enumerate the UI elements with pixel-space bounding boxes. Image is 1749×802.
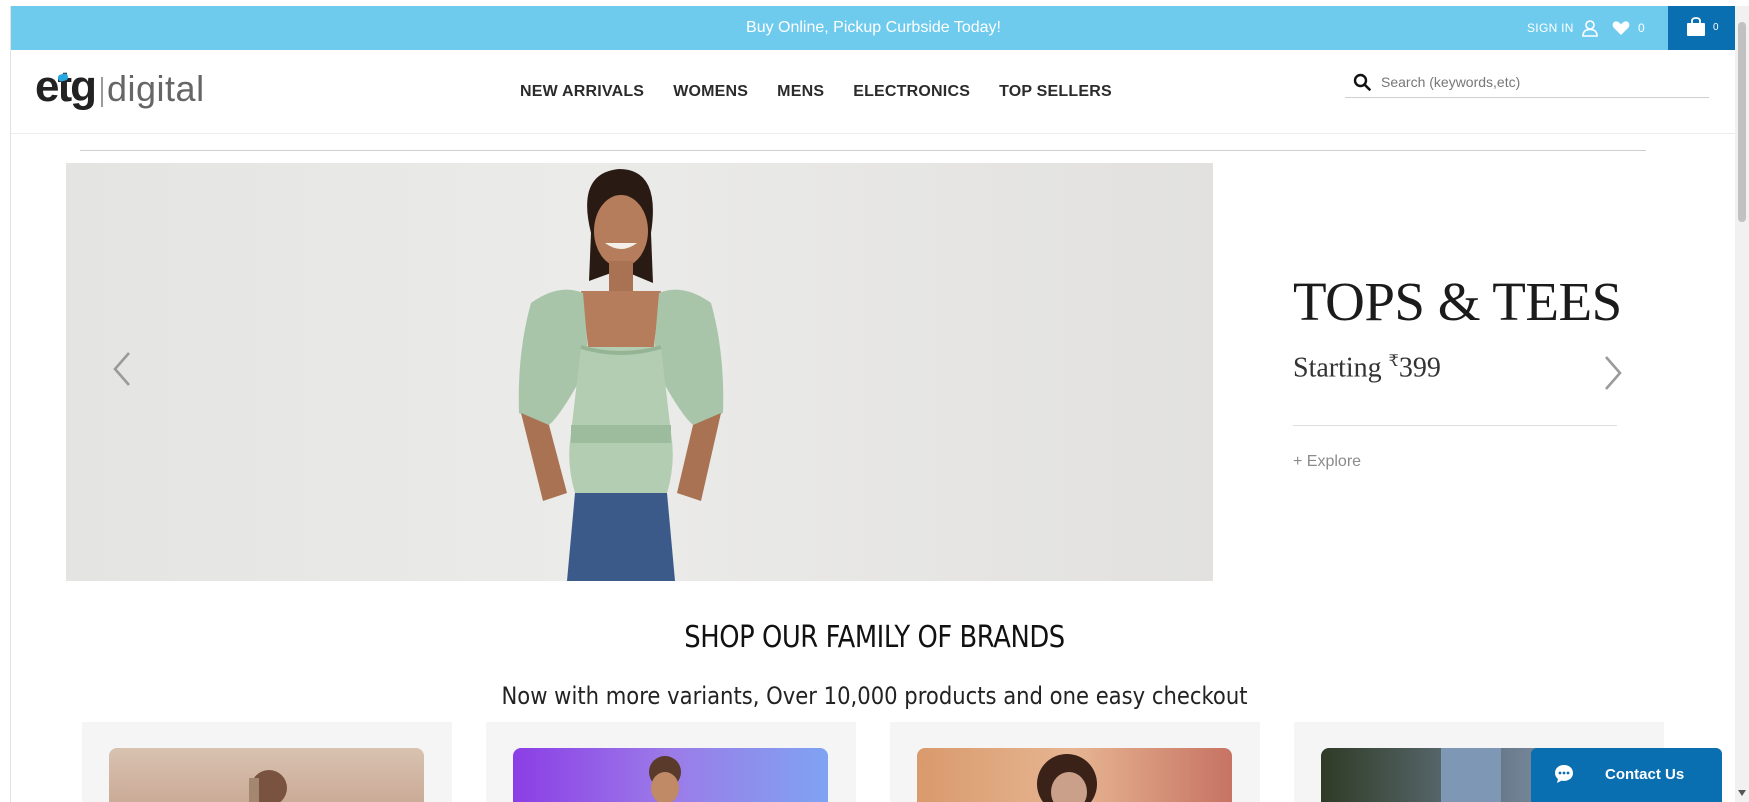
sign-in-link[interactable]: SIGN IN <box>1527 6 1574 50</box>
logo-brand: etg <box>35 62 97 111</box>
brand-card-image <box>513 748 828 802</box>
hero-text-panel: TOPS & TEES Starting ₹399 + Explore <box>1213 163 1633 581</box>
hero-price-value: 399 <box>1398 352 1441 384</box>
brands-subheading: Now with more variants, Over 10,000 prod… <box>501 682 1248 710</box>
scrollbar-thumb[interactable] <box>1738 22 1746 222</box>
brand-card[interactable] <box>486 722 856 802</box>
explore-link[interactable]: + Explore <box>1293 453 1361 471</box>
promo-bar: Buy Online, Pickup Curbside Today! SIGN … <box>11 6 1735 50</box>
page-scrollbar[interactable] <box>1735 6 1749 802</box>
hero-banner-image[interactable] <box>66 163 1213 581</box>
nav-womens[interactable]: WOMENS <box>673 83 748 101</box>
hero-divider <box>1293 425 1617 426</box>
main-nav: NEW ARRIVALS WOMENS MENS ELECTRONICS TOP… <box>520 50 1112 134</box>
nav-mens[interactable]: MENS <box>777 83 824 101</box>
chat-bubble-icon <box>1555 765 1573 783</box>
nav-electronics[interactable]: ELECTRONICS <box>853 83 970 101</box>
hero-title: TOPS & TEES <box>1293 271 1622 332</box>
contact-us-button[interactable]: Contact Us <box>1531 748 1722 802</box>
brand-card-image <box>109 748 424 802</box>
search-input[interactable] <box>1381 73 1701 90</box>
wishlist-count: 0 <box>1638 21 1645 35</box>
nav-new-arrivals[interactable]: NEW ARRIVALS <box>520 83 644 101</box>
nav-top-sellers[interactable]: TOP SELLERS <box>999 83 1112 101</box>
search-bar <box>1345 66 1709 98</box>
hero-currency: ₹ <box>1388 353 1399 370</box>
chevron-right-icon[interactable] <box>1602 353 1624 393</box>
brand-figure-illustration <box>1037 754 1097 802</box>
cart-button[interactable]: 0 <box>1668 6 1735 50</box>
promo-text[interactable]: Buy Online, Pickup Curbside Today! <box>11 6 1735 50</box>
logo-separator <box>101 77 103 107</box>
hero-price: Starting ₹399 <box>1293 351 1441 384</box>
brands-heading: SHOP OUR FAMILY OF BRANDS <box>684 620 1065 655</box>
user-icon[interactable] <box>1581 19 1599 37</box>
site-header: etg digital NEW ARRIVALS WOMENS MENS ELE… <box>11 50 1735 134</box>
brand-figure-illustration <box>249 770 287 802</box>
cart-count: 0 <box>1713 22 1719 33</box>
scroll-down-arrow-icon[interactable] <box>1738 788 1746 798</box>
logo-subtitle: digital <box>107 68 205 109</box>
site-logo[interactable]: etg digital <box>35 62 205 122</box>
content-divider <box>80 150 1646 151</box>
chevron-left-icon[interactable] <box>111 349 133 389</box>
brand-card[interactable] <box>82 722 452 802</box>
hero-model-illustration <box>518 169 724 581</box>
search-icon[interactable] <box>1353 73 1371 91</box>
brand-figure-illustration <box>649 756 681 802</box>
heart-icon[interactable] <box>1612 20 1630 36</box>
hero-price-prefix: Starting <box>1293 352 1389 384</box>
shopping-bag-icon <box>1687 17 1705 36</box>
brand-card[interactable] <box>890 722 1260 802</box>
contact-us-label: Contact Us <box>1605 766 1685 783</box>
brand-card-image <box>917 748 1232 802</box>
